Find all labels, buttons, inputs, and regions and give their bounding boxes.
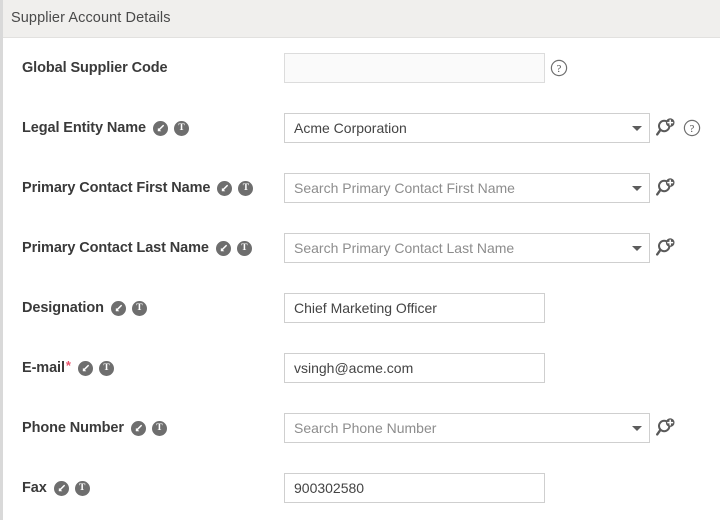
field-label-group: E-mail * T: [22, 338, 114, 398]
text-type-glyph: T: [178, 122, 185, 133]
text-type-icon[interactable]: T: [238, 180, 254, 196]
field-label: Global Supplier Code: [22, 60, 168, 76]
form-row: Phone Number T Search Phone Number: [3, 398, 720, 458]
search-add-icon[interactable]: [655, 237, 677, 259]
field-actions: ?: [550, 53, 568, 83]
search-add-icon[interactable]: [655, 417, 677, 439]
supplier-account-details-panel: Supplier Account Details Global Supplier…: [0, 0, 720, 520]
section-header: Supplier Account Details: [3, 0, 720, 38]
field-value: Acme Corporation: [294, 120, 407, 136]
text-type-icon[interactable]: T: [174, 120, 189, 136]
field-label: Primary Contact First Name: [22, 180, 211, 196]
field-actions: [655, 413, 677, 443]
search-add-icon[interactable]: [655, 177, 677, 199]
field-input-disabled: [284, 53, 545, 83]
form-row: Designation T Chief Marketing Officer: [3, 278, 720, 338]
text-type-icon[interactable]: T: [98, 360, 114, 376]
page-title: Supplier Account Details: [11, 10, 171, 26]
text-type-glyph: T: [156, 422, 163, 433]
text-type-icon[interactable]: T: [131, 300, 147, 316]
field-input[interactable]: Chief Marketing Officer: [284, 293, 545, 323]
text-type-icon[interactable]: T: [74, 480, 90, 496]
form-row: Primary Contact Last Name T Search Primary…: [3, 218, 720, 278]
import-arrow-icon[interactable]: [130, 420, 146, 436]
svg-text:?: ?: [557, 64, 562, 75]
chevron-down-icon[interactable]: [627, 234, 649, 262]
text-type-glyph: T: [103, 362, 110, 373]
field-value: Search Primary Contact Last Name: [294, 240, 515, 256]
field-combobox[interactable]: Search Primary Contact First Name: [284, 173, 650, 203]
field-label: Primary Contact Last Name: [22, 240, 209, 256]
field-label-group: Primary Contact First Name T: [22, 158, 254, 218]
field-value: Search Phone Number: [294, 420, 437, 436]
text-type-icon[interactable]: T: [236, 240, 252, 256]
field-label: Fax: [22, 480, 47, 496]
svg-text:?: ?: [690, 124, 695, 135]
field-label-group: Designation T: [22, 278, 147, 338]
field-input[interactable]: 900302580: [284, 473, 545, 503]
field-label: Designation: [22, 300, 104, 316]
import-arrow-icon[interactable]: [215, 240, 231, 256]
text-type-glyph: T: [79, 482, 86, 493]
field-label: E-mail: [22, 360, 65, 376]
field-value: Chief Marketing Officer: [294, 300, 437, 316]
field-label-group: Primary Contact Last Name T: [22, 218, 252, 278]
chevron-down-icon[interactable]: [627, 114, 649, 142]
text-type-glyph: T: [241, 242, 248, 253]
chevron-down-icon[interactable]: [627, 414, 649, 442]
field-value: vsingh@acme.com: [294, 360, 414, 376]
help-question-icon[interactable]: ?: [550, 59, 568, 77]
field-combobox[interactable]: Search Phone Number: [284, 413, 650, 443]
text-type-glyph: T: [242, 182, 250, 193]
import-arrow-icon[interactable]: [77, 360, 93, 376]
field-actions: [655, 233, 677, 263]
field-input[interactable]: vsingh@acme.com: [284, 353, 545, 383]
form-row: E-mail * Tvsingh@acme.com: [3, 338, 720, 398]
form-row: Legal Entity Name T Acme Corporation?: [3, 98, 720, 158]
text-type-icon[interactable]: T: [151, 420, 167, 436]
import-arrow-icon[interactable]: [53, 480, 69, 496]
help-question-icon[interactable]: ?: [677, 119, 701, 137]
field-value: Search Primary Contact First Name: [294, 180, 515, 196]
field-actions: ?: [655, 113, 701, 143]
text-type-glyph: T: [136, 302, 143, 313]
field-label-group: Legal Entity Name T: [22, 98, 189, 158]
field-actions: [655, 173, 677, 203]
form-row: Primary Contact First Name T Search Primar…: [3, 158, 720, 218]
field-combobox[interactable]: Acme Corporation: [284, 113, 650, 143]
field-label-group: Global Supplier Code: [22, 38, 168, 98]
import-arrow-icon[interactable]: [217, 180, 233, 196]
search-add-icon[interactable]: [655, 117, 677, 139]
field-label-group: Fax T: [22, 458, 90, 518]
form-row: Fax T 900302580: [3, 458, 720, 518]
import-arrow-icon[interactable]: [110, 300, 126, 316]
supplier-form: Global Supplier Code? Legal Entity Name T A…: [3, 38, 720, 520]
field-value: 900302580: [294, 480, 365, 496]
field-label: Legal Entity Name: [22, 120, 146, 136]
field-combobox[interactable]: Search Primary Contact Last Name: [284, 233, 650, 263]
chevron-down-icon[interactable]: [627, 174, 649, 202]
field-label: Phone Number: [22, 420, 124, 436]
form-row: Global Supplier Code?: [3, 38, 720, 98]
required-asterisk: *: [65, 357, 71, 373]
field-label-group: Phone Number T: [22, 398, 167, 458]
import-arrow-icon[interactable]: [153, 120, 168, 136]
